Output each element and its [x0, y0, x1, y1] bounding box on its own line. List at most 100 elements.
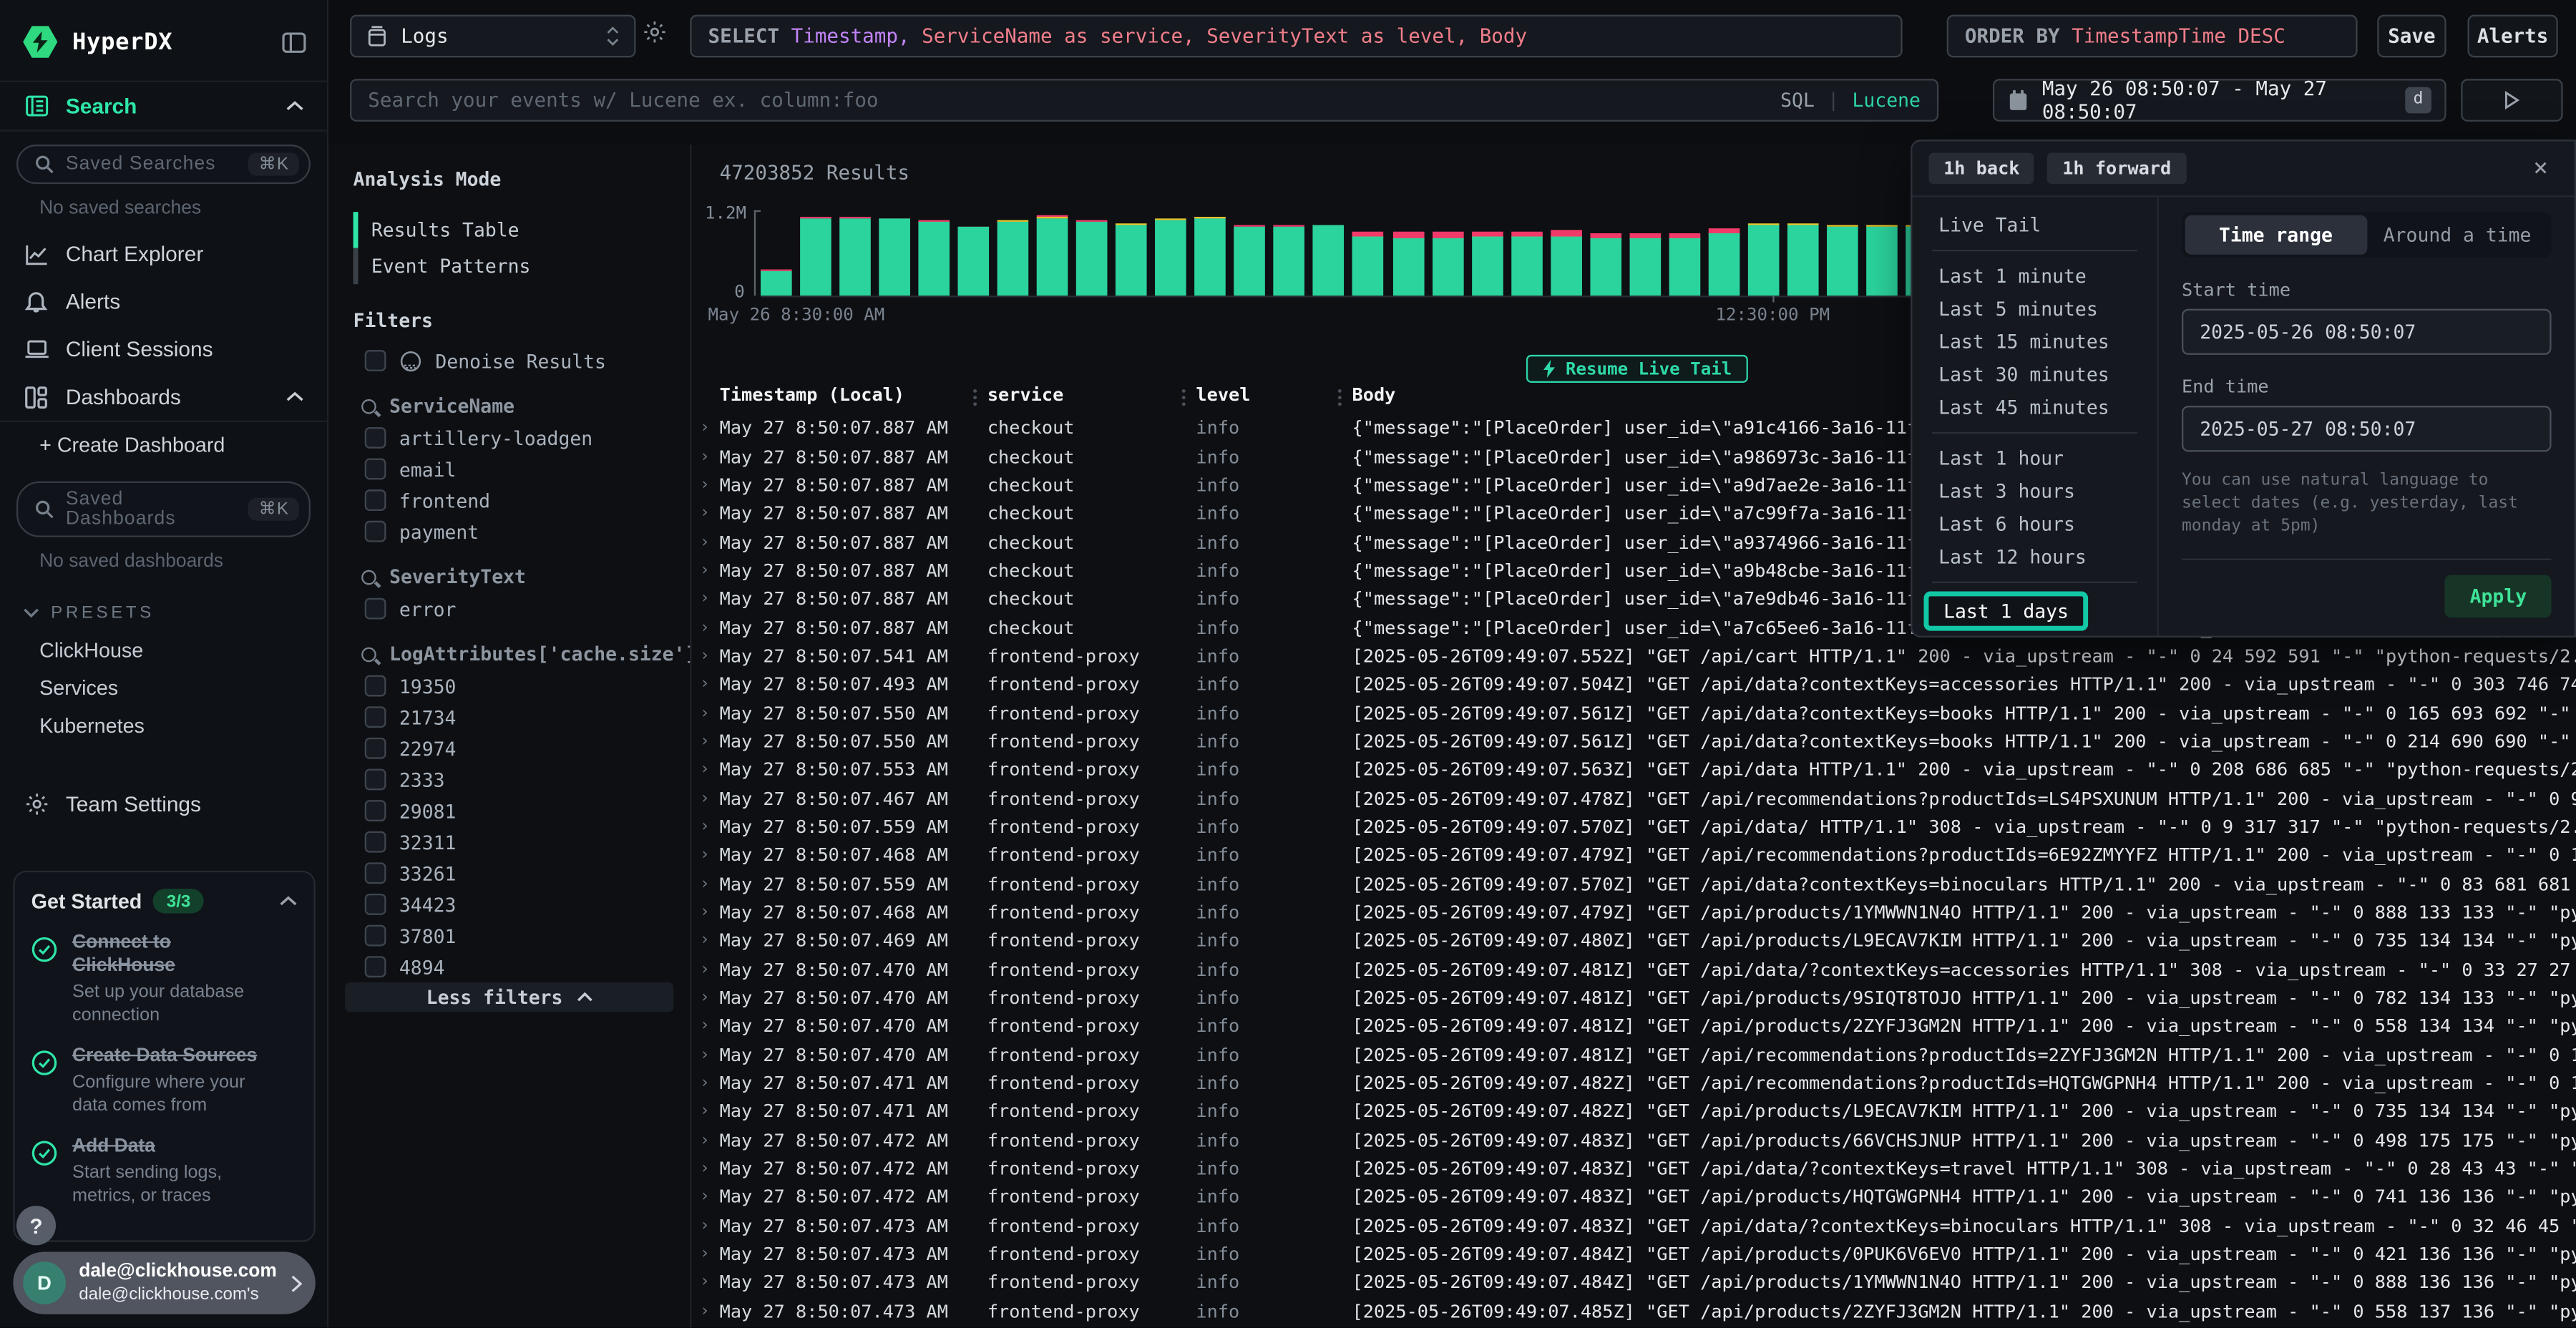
- close-icon[interactable]: ×: [2523, 156, 2557, 180]
- histogram-bar[interactable]: [1669, 233, 1700, 296]
- filter-option[interactable]: payment: [345, 516, 673, 547]
- alerts-button[interactable]: Alerts: [2467, 15, 2557, 58]
- checkbox[interactable]: [365, 598, 386, 620]
- histogram-bar[interactable]: [1747, 223, 1779, 296]
- row-expand-icon[interactable]: ›: [700, 1046, 720, 1064]
- row-expand-icon[interactable]: ›: [700, 1160, 720, 1178]
- date-range-input[interactable]: May 26 08:50:07 - May 27 08:50:07 d: [1993, 79, 2446, 122]
- source-settings-gear-icon[interactable]: [643, 20, 667, 44]
- time-option[interactable]: Last 12 hours: [1912, 540, 2157, 573]
- lucene-mode-button[interactable]: Lucene: [1853, 89, 1921, 112]
- table-row[interactable]: ›May 27 8:50:07.559 AMfrontend-proxyinfo…: [692, 813, 2576, 841]
- row-expand-icon[interactable]: ›: [700, 448, 720, 466]
- checkbox[interactable]: [365, 489, 386, 511]
- checkbox[interactable]: [365, 427, 386, 449]
- filter-option[interactable]: 2333: [345, 764, 673, 796]
- histogram-bar[interactable]: [1195, 217, 1226, 296]
- get-started-step-add-data[interactable]: Add Data Start sending logs, metrics, or…: [31, 1136, 298, 1208]
- histogram-bar[interactable]: [800, 218, 831, 296]
- save-button[interactable]: Save: [2377, 15, 2446, 58]
- table-row[interactable]: ›May 27 8:50:07.472 AMfrontend-proxyinfo…: [692, 1183, 2576, 1212]
- filter-option[interactable]: 22974: [345, 733, 673, 764]
- table-row[interactable]: ›May 27 8:50:07.470 AMfrontend-proxyinfo…: [692, 1012, 2576, 1041]
- sidebar-item-client-sessions[interactable]: Client Sessions: [0, 326, 327, 374]
- histogram-bar[interactable]: [879, 218, 911, 296]
- sql-mode-button[interactable]: SQL: [1780, 89, 1815, 112]
- column-header-level[interactable]: level: [1196, 384, 1250, 406]
- histogram-bar[interactable]: [839, 217, 871, 296]
- histogram-bar[interactable]: [761, 270, 792, 296]
- row-expand-icon[interactable]: ›: [700, 1302, 720, 1320]
- table-row[interactable]: ›May 27 8:50:07.541 AMfrontend-proxyinfo…: [692, 642, 2576, 670]
- create-dashboard-button[interactable]: + Create Dashboard: [0, 422, 327, 468]
- row-expand-icon[interactable]: ›: [700, 818, 720, 836]
- checkbox[interactable]: [365, 706, 386, 728]
- row-expand-icon[interactable]: ›: [700, 761, 720, 779]
- time-option[interactable]: Last 1 days: [1924, 592, 2089, 631]
- chevron-up-icon[interactable]: [279, 895, 297, 907]
- row-expand-icon[interactable]: ›: [700, 932, 720, 950]
- tab-event-patterns[interactable]: Event Patterns: [345, 248, 673, 285]
- shift-1h-back-button[interactable]: 1h back: [1928, 153, 2034, 185]
- table-row[interactable]: ›May 27 8:50:07.474 AMfrontend-proxyinfo…: [692, 1326, 2576, 1327]
- get-started-step-connect[interactable]: Connect to ClickHouse Set up your databa…: [31, 932, 298, 1027]
- filter-option[interactable]: 19350: [345, 670, 673, 702]
- histogram-bar[interactable]: [1037, 215, 1068, 296]
- histogram-bar[interactable]: [919, 220, 950, 296]
- sidebar-item-chart-explorer[interactable]: Chart Explorer: [0, 230, 327, 278]
- filter-option[interactable]: artillery-loadgen: [345, 422, 673, 454]
- row-expand-icon[interactable]: ›: [700, 504, 720, 522]
- chevron-up-icon[interactable]: [286, 391, 303, 402]
- sidebar-item-alerts[interactable]: Alerts: [0, 278, 327, 326]
- table-row[interactable]: ›May 27 8:50:07.472 AMfrontend-proxyinfo…: [692, 1126, 2576, 1155]
- time-option[interactable]: Last 30 minutes: [1912, 358, 2157, 391]
- row-expand-icon[interactable]: ›: [700, 1131, 720, 1149]
- histogram-bar[interactable]: [1471, 231, 1503, 296]
- checkbox[interactable]: [365, 862, 386, 884]
- histogram-bar[interactable]: [1392, 232, 1424, 296]
- histogram-bar[interactable]: [1432, 232, 1463, 296]
- checkbox[interactable]: [365, 800, 386, 821]
- filter-option[interactable]: 29081: [345, 795, 673, 826]
- table-row[interactable]: ›May 27 8:50:07.473 AMfrontend-proxyinfo…: [692, 1269, 2576, 1297]
- histogram-bar[interactable]: [1353, 231, 1385, 296]
- time-option[interactable]: Last 2 days: [1912, 634, 2157, 635]
- histogram-bar[interactable]: [1827, 225, 1858, 296]
- search-icon[interactable]: [361, 646, 376, 661]
- row-expand-icon[interactable]: ›: [700, 562, 720, 580]
- filter-option[interactable]: error: [345, 593, 673, 625]
- chevron-up-icon[interactable]: [286, 100, 303, 112]
- row-expand-icon[interactable]: ›: [700, 846, 720, 864]
- histogram-bar[interactable]: [1234, 225, 1266, 296]
- filter-option[interactable]: frontend: [345, 484, 673, 516]
- filter-option[interactable]: 32311: [345, 826, 673, 858]
- histogram-bar[interactable]: [1866, 225, 1898, 296]
- start-time-input[interactable]: 2025-05-26 08:50:07: [2182, 309, 2552, 355]
- histogram-bar[interactable]: [1156, 219, 1187, 296]
- histogram-bar[interactable]: [1313, 225, 1345, 296]
- row-expand-icon[interactable]: ›: [700, 590, 720, 608]
- resume-live-tail-button[interactable]: Resume Live Tail: [1526, 355, 1748, 383]
- row-expand-icon[interactable]: ›: [700, 533, 720, 551]
- row-expand-icon[interactable]: ›: [700, 476, 720, 494]
- sidebar-item-dashboards[interactable]: Dashboards: [0, 373, 327, 421]
- column-header-service[interactable]: service: [987, 384, 1063, 406]
- table-row[interactable]: ›May 27 8:50:07.471 AMfrontend-proxyinfo…: [692, 1069, 2576, 1098]
- checkbox[interactable]: [365, 894, 386, 915]
- end-time-input[interactable]: 2025-05-27 08:50:07: [2182, 406, 2552, 451]
- histogram-bar[interactable]: [1116, 224, 1148, 296]
- histogram-bar[interactable]: [1076, 221, 1108, 296]
- get-started-step-sources[interactable]: Create Data Sources Configure where your…: [31, 1045, 298, 1118]
- histogram-bar[interactable]: [1274, 225, 1305, 296]
- order-by-editor[interactable]: ORDER BY TimestampTime DESC: [1947, 15, 2358, 58]
- row-expand-icon[interactable]: ›: [700, 1217, 720, 1235]
- time-option[interactable]: Last 5 minutes: [1912, 293, 2157, 326]
- row-expand-icon[interactable]: ›: [700, 647, 720, 665]
- time-option[interactable]: Last 1 minute: [1912, 260, 2157, 293]
- filter-option[interactable]: 37801: [345, 920, 673, 952]
- row-expand-icon[interactable]: ›: [700, 1246, 720, 1264]
- row-expand-icon[interactable]: ›: [700, 1188, 720, 1206]
- filter-option[interactable]: 33261: [345, 857, 673, 889]
- row-expand-icon[interactable]: ›: [700, 1075, 720, 1093]
- histogram-bar[interactable]: [1787, 223, 1819, 296]
